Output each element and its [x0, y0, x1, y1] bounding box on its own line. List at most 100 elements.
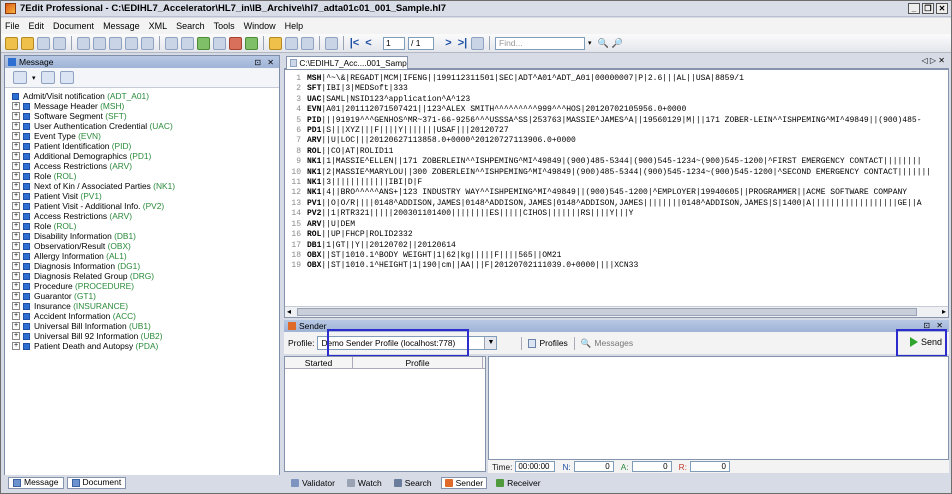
- first-page-icon[interactable]: |<: [349, 37, 360, 49]
- menu-file[interactable]: File: [5, 21, 20, 31]
- column-profile[interactable]: Profile: [353, 357, 483, 368]
- expand-icon[interactable]: +: [12, 112, 20, 120]
- menu-document[interactable]: Document: [53, 21, 94, 31]
- menu-help[interactable]: Help: [285, 21, 304, 31]
- expand-icon[interactable]: +: [12, 302, 20, 310]
- last-page-icon[interactable]: >|: [457, 37, 468, 49]
- tree-item[interactable]: + Observation/Result (OBX): [12, 241, 279, 251]
- dropdown-arrow-icon[interactable]: ▾: [32, 74, 36, 82]
- expand-icon[interactable]: +: [12, 222, 20, 230]
- expand-icon[interactable]: +: [12, 172, 20, 180]
- tree-item[interactable]: + Procedure (PROCEDURE): [12, 281, 279, 291]
- find-input[interactable]: Find...: [495, 36, 585, 50]
- tools-icon[interactable]: [229, 36, 242, 50]
- profiles-button[interactable]: Profiles: [528, 338, 568, 348]
- validate-icon[interactable]: [197, 36, 210, 50]
- chevron-down-icon[interactable]: ▼: [484, 337, 497, 349]
- menu-tools[interactable]: Tools: [214, 21, 235, 31]
- tree-item[interactable]: + User Authentication Credential (UAC): [12, 121, 279, 131]
- tree-item[interactable]: + Software Segment (SFT): [12, 111, 279, 121]
- hl7-segment-line[interactable]: PD1|S|||XYZ|||F||||Y|||||||USAF|||201207…: [307, 126, 947, 136]
- tree-item[interactable]: + Diagnosis Related Group (DRG): [12, 271, 279, 281]
- tree-root[interactable]: Admit/Visit notification (ADT_A01): [12, 91, 279, 101]
- hl7-segment-line[interactable]: PV2||1|RTR321|||||200301101400||||||||ES…: [307, 209, 947, 219]
- hl7-segment-line[interactable]: NK1|4||BRO^^^^^ANS+|123 INDUSTRY WAY^^IS…: [307, 188, 947, 198]
- save-all-icon[interactable]: [53, 36, 66, 50]
- tree-item[interactable]: + Insurance (INSURANCE): [12, 301, 279, 311]
- expand-icon[interactable]: +: [12, 272, 20, 280]
- expand-icon[interactable]: +: [12, 292, 20, 300]
- expand-icon[interactable]: +: [12, 102, 20, 110]
- paste-icon[interactable]: [109, 36, 122, 50]
- hl7-segment-line[interactable]: ROL||UP|FHCP|ROLID2332: [307, 230, 947, 240]
- find-dropdown-icon[interactable]: ▾: [588, 39, 592, 47]
- refresh-icon[interactable]: [245, 36, 258, 50]
- hl7-segment-line[interactable]: MSH|^~\&|REGADT|MCM|IFENG||199112311501|…: [307, 74, 947, 84]
- tab-search[interactable]: Search: [391, 477, 435, 489]
- tab-sender[interactable]: Sender: [440, 476, 488, 489]
- refresh-tree-icon[interactable]: [59, 71, 74, 84]
- new-file-icon[interactable]: [5, 36, 18, 50]
- menu-edit[interactable]: Edit: [29, 21, 45, 31]
- tab-watch[interactable]: Watch: [344, 477, 385, 489]
- expand-icon[interactable]: +: [12, 202, 20, 210]
- expand-icon[interactable]: +: [12, 212, 20, 220]
- next-page-icon[interactable]: >: [443, 37, 454, 49]
- tree-item[interactable]: + Additional Demographics (PD1): [12, 151, 279, 161]
- tree-item[interactable]: + Accident Information (ACC): [12, 311, 279, 321]
- expand-icon[interactable]: +: [12, 322, 20, 330]
- hl7-segment-line[interactable]: UAC|SAML|NSID123^application^A^123: [307, 95, 947, 105]
- scroll-right-icon[interactable]: ▸: [942, 307, 946, 317]
- tree-item[interactable]: + Patient Death and Autopsy (PDA): [12, 341, 279, 351]
- editor-file-tab[interactable]: C:\EDIHL7_Acc....001_Sample.hl7 ✕: [286, 56, 408, 69]
- undo-icon[interactable]: [125, 36, 138, 50]
- compare-icon[interactable]: [301, 36, 314, 50]
- menu-window[interactable]: Window: [244, 21, 276, 31]
- save-icon[interactable]: [37, 36, 50, 50]
- tree-item[interactable]: + Universal Bill 92 Information (UB2): [12, 331, 279, 341]
- tree-item[interactable]: + Patient Visit - Additional Info. (PV2): [12, 201, 279, 211]
- tab-receiver[interactable]: Receiver: [493, 477, 544, 489]
- restore-button[interactable]: ❐: [922, 3, 934, 14]
- hl7-segment-line[interactable]: ARV||U|LOC|||20120627113858.0+0000^20120…: [307, 136, 947, 146]
- collapse-icon[interactable]: [40, 71, 55, 84]
- tree-item[interactable]: + Patient Visit (PV1): [12, 191, 279, 201]
- send-button[interactable]: Send: [910, 337, 942, 347]
- horizontal-scrollbar[interactable]: ◂ ▸: [285, 306, 948, 317]
- expand-icon[interactable]: +: [12, 262, 20, 270]
- tree-item[interactable]: + Event Type (EVN): [12, 131, 279, 141]
- tree-item[interactable]: + Next of Kin / Associated Parties (NK1): [12, 181, 279, 191]
- hl7-segment-line[interactable]: NK1|2|MASSIE^MARYLOU||300 ZOBERLEIN^^ISH…: [307, 168, 947, 178]
- add-segment-icon[interactable]: [13, 71, 27, 84]
- tree-item[interactable]: + Allergy Information (AL1): [12, 251, 279, 261]
- scrollbar-thumb[interactable]: [297, 308, 917, 316]
- find-icon[interactable]: 🔍: [598, 38, 609, 49]
- tree-item[interactable]: + Patient Identification (PID): [12, 141, 279, 151]
- message-icon[interactable]: [165, 36, 178, 50]
- hl7-segment-line[interactable]: OBX||ST|1010.1^BODY WEIGHT|1|62|kg|||||F…: [307, 251, 947, 261]
- menu-xml[interactable]: XML: [149, 21, 168, 31]
- minimize-button[interactable]: _: [908, 3, 920, 14]
- sender-output-area[interactable]: [488, 356, 949, 460]
- cut-icon[interactable]: [77, 36, 90, 50]
- export-icon[interactable]: [269, 36, 282, 50]
- segment-icon[interactable]: [181, 36, 194, 50]
- expand-icon[interactable]: +: [12, 122, 20, 130]
- hl7-segment-line[interactable]: SFT|IBI|3|MEDSoft|333: [307, 84, 947, 94]
- previous-page-icon[interactable]: <: [363, 37, 374, 49]
- expand-icon[interactable]: +: [12, 232, 20, 240]
- menu-message[interactable]: Message: [103, 21, 140, 31]
- panel-controls[interactable]: ⊡ ✕: [254, 58, 276, 67]
- tree-item[interactable]: + Role (ROL): [12, 221, 279, 231]
- settings-icon[interactable]: [325, 36, 338, 50]
- view-icon[interactable]: [213, 36, 226, 50]
- hl7-segment-line[interactable]: NK1|1|MASSIE^ELLEN||171 ZOBERLEIN^^ISHPE…: [307, 157, 947, 167]
- expand-icon[interactable]: +: [12, 152, 20, 160]
- hl7-code[interactable]: MSH|^~\&|REGADT|MCM|IFENG||199112311501|…: [307, 74, 947, 272]
- messages-button[interactable]: 🔍 Messages: [581, 338, 633, 349]
- expand-icon[interactable]: +: [12, 342, 20, 350]
- tree-item[interactable]: + Access Restrictions (ARV): [12, 211, 279, 221]
- redo-icon[interactable]: [141, 36, 154, 50]
- expand-icon[interactable]: +: [12, 132, 20, 140]
- scroll-left-icon[interactable]: ◂: [287, 307, 291, 317]
